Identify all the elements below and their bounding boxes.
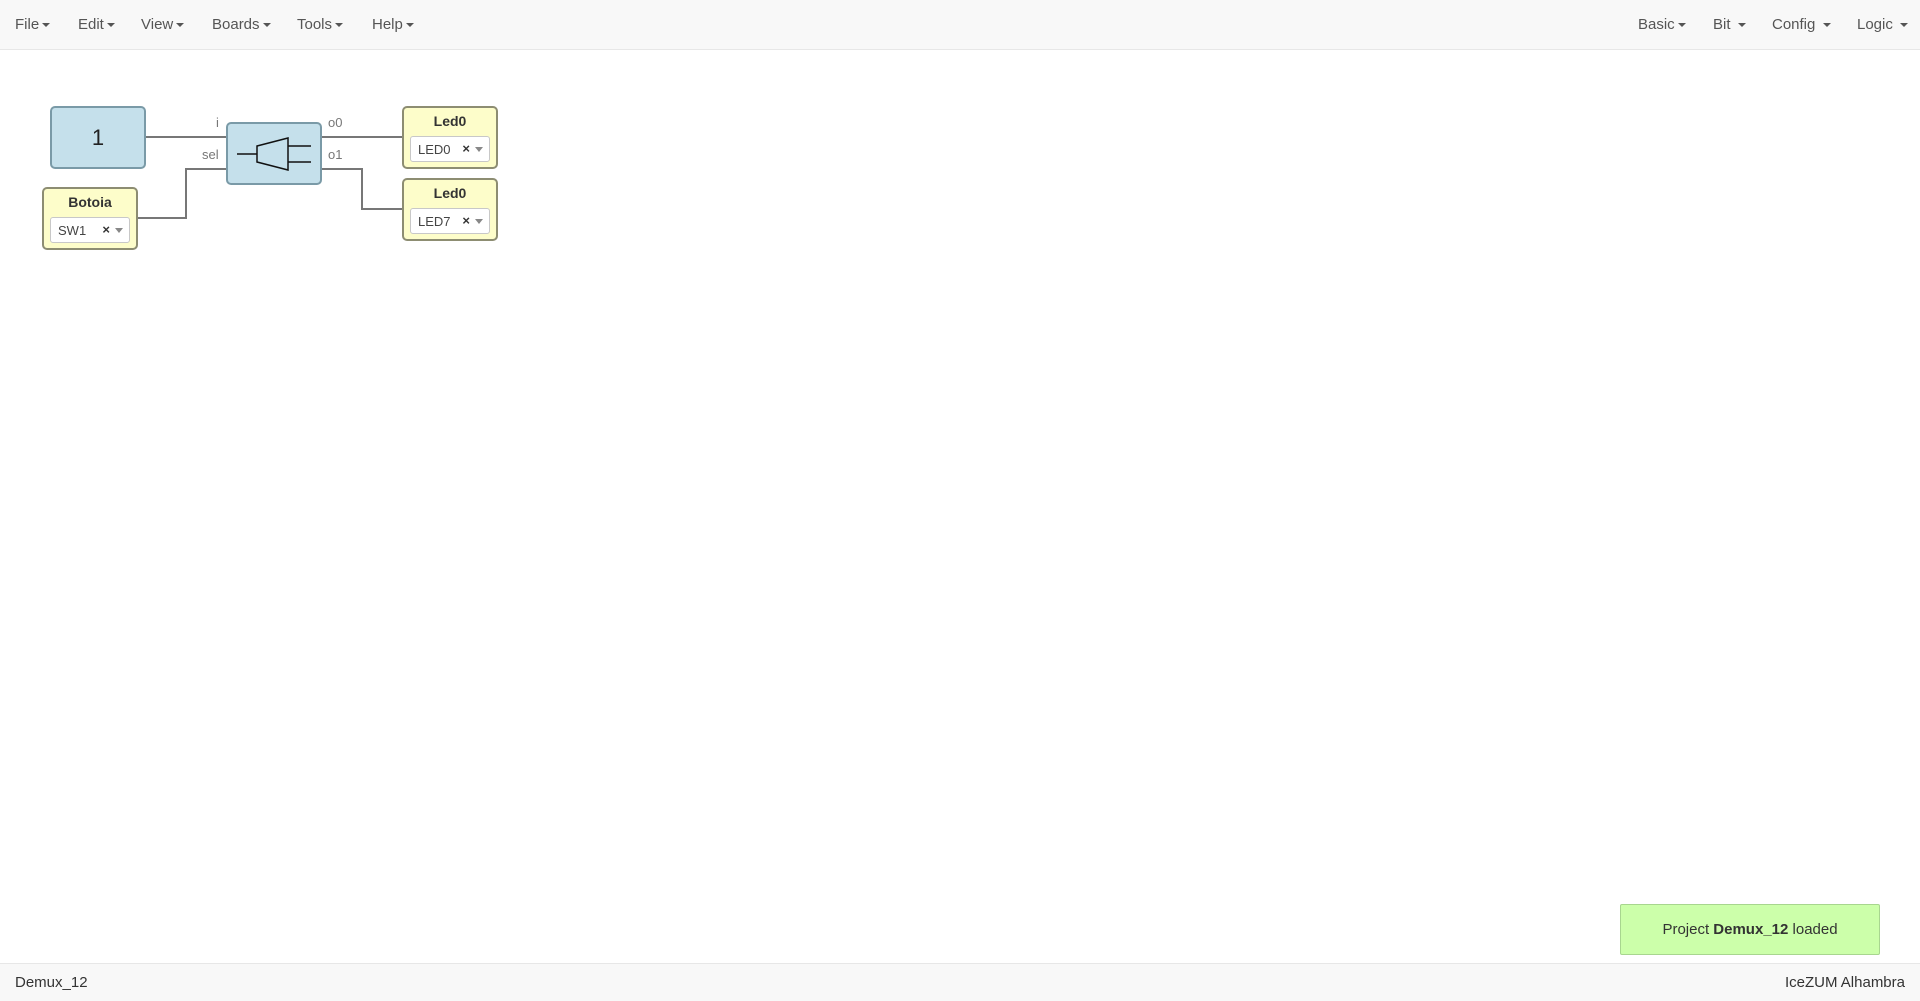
chevron-down-icon[interactable] [475,147,483,152]
caret-down-icon [176,23,185,28]
menu-logic[interactable]: Logic [1857,0,1909,50]
menu-help[interactable]: Help [372,0,414,50]
caret-down-icon [262,23,271,28]
output-pin-select[interactable]: LED0 × [410,136,490,162]
port-label-i: i [216,115,219,130]
chevron-down-icon[interactable] [475,219,483,224]
output-block-title: Led0 [433,185,467,201]
chevron-down-icon[interactable] [115,228,123,233]
menu-edit-label: Edit [78,16,104,33]
constant-block[interactable]: 1 [50,106,146,169]
wire-button-to-demux-sel[interactable] [137,168,227,219]
clear-icon[interactable]: × [462,213,470,228]
input-block-title: Botoia [68,194,112,210]
menu-basic[interactable]: Basic [1638,0,1686,50]
constant-value: 1 [91,124,105,150]
toast-notification[interactable]: Project Demux_12 loaded [1620,904,1880,955]
wires-layer [137,136,403,219]
menu-bit[interactable]: Bit [1713,0,1746,50]
output-block-led0[interactable]: Led0 LED0 × [402,106,498,169]
clear-icon[interactable]: × [102,222,110,237]
caret-down-icon [106,23,115,28]
footer-project-name: Demux_12 [15,974,88,991]
output-pin-value: LED0 [418,142,451,157]
input-block[interactable]: Botoia SW1 × [42,187,138,250]
caret-down-icon [335,23,344,28]
menu-config-label: Config [1772,16,1816,33]
toast-project-name: Demux_12 [1713,921,1789,938]
menu-tools[interactable]: Tools [297,0,344,50]
menu-view-label: View [141,16,174,33]
menu-config[interactable]: Config [1772,0,1831,50]
port-label-sel: sel [202,147,219,162]
toast-prefix: Project [1662,921,1710,938]
input-pin-select[interactable]: SW1 × [50,217,130,243]
output-block-led7[interactable]: Led0 LED7 × [402,178,498,241]
demux-icon [237,137,311,171]
menu-file-label: File [15,16,40,33]
top-menubar: File Edit View Boards Tools Help Basic B… [0,0,1920,50]
menu-boards-label: Boards [212,16,260,33]
toast-suffix: loaded [1792,921,1838,938]
circuit-canvas[interactable]: 1 Botoia SW1 × i sel o0 o1 Led0 LED0 × L… [0,51,1920,963]
port-label-o0: o0 [328,115,343,130]
menu-boards[interactable]: Boards [212,0,271,50]
output-pin-value: LED7 [418,214,451,229]
menu-edit[interactable]: Edit [78,0,115,50]
menu-view[interactable]: View [141,0,185,50]
caret-down-icon [42,23,51,28]
output-block-title: Led0 [433,113,467,129]
port-label-o1: o1 [328,147,343,162]
caret-down-icon [1737,23,1746,28]
menu-basic-label: Basic [1638,16,1675,33]
caret-down-icon [1677,23,1686,28]
wire-demux-o1-to-led7[interactable] [321,168,403,210]
menu-logic-label: Logic [1857,16,1893,33]
input-pin-value: SW1 [58,223,87,238]
output-pin-select[interactable]: LED7 × [410,208,490,234]
caret-down-icon [1900,23,1909,28]
footer-bar: Demux_12 IceZUM Alhambra [0,963,1920,1001]
menu-file[interactable]: File [15,0,51,50]
clear-icon[interactable]: × [462,141,470,156]
demux-block[interactable] [226,122,322,185]
footer-board-name[interactable]: IceZUM Alhambra [1785,964,1905,1001]
menu-help-label: Help [372,16,403,33]
menu-tools-label: Tools [297,16,333,33]
caret-down-icon [1822,23,1831,28]
caret-down-icon [405,23,414,28]
menu-bit-label: Bit [1713,16,1731,33]
